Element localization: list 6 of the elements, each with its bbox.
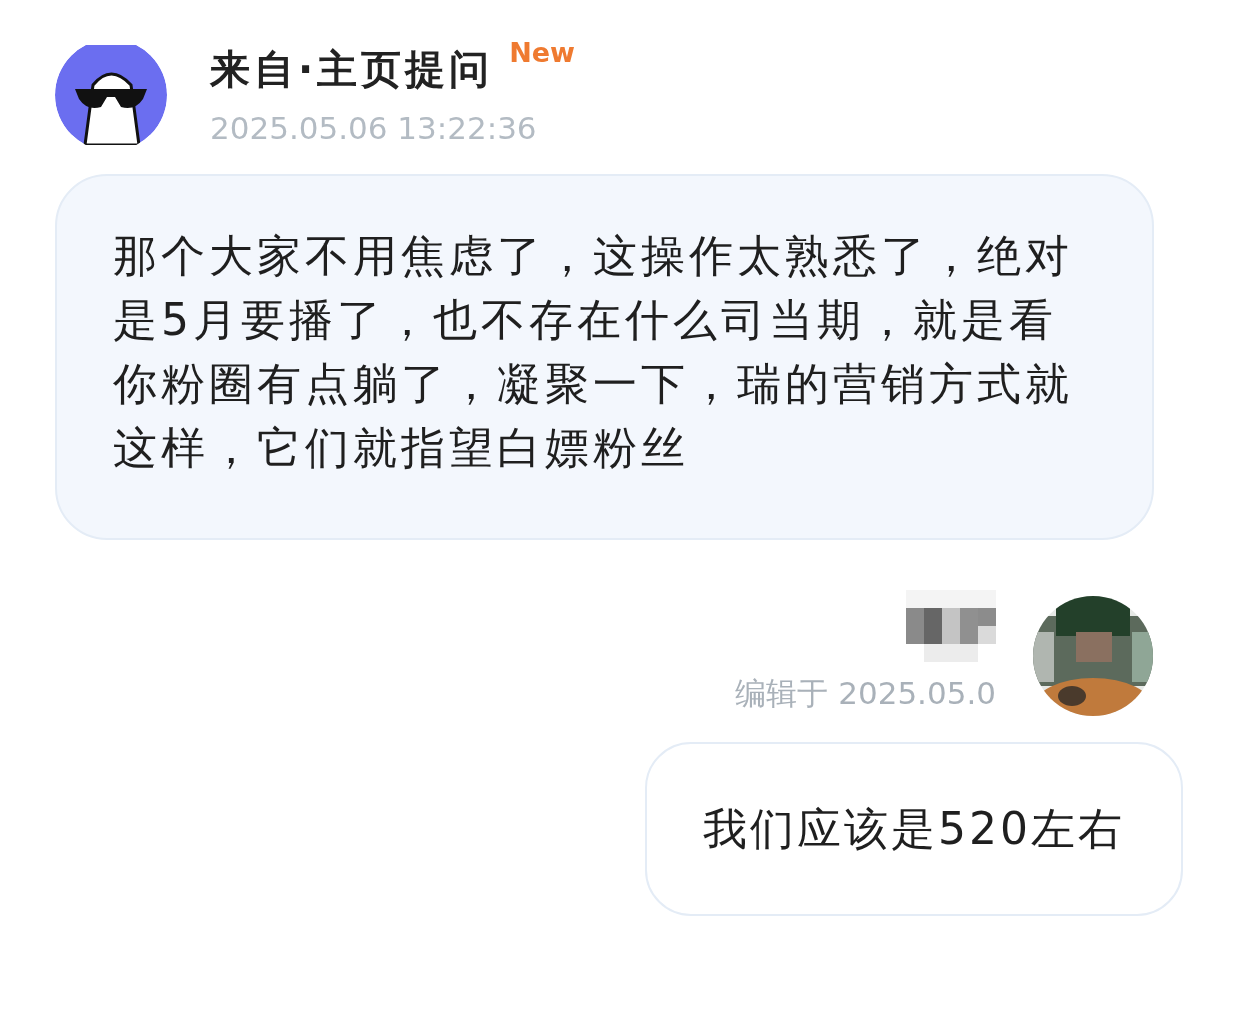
- sender-name: 来自·主页提问: [210, 45, 494, 93]
- question-bubble: 那个大家不用焦虑了，这操作太熟悉了，绝对是5月要播了，也不存在什么司当期，就是看你粉圈有点躺了，凝聚一下，瑞的营销方式就这样，它们就指望白嫖粉丝: [55, 173, 1154, 540]
- timestamp: 2025.05.06 13:22:36: [210, 109, 537, 148]
- reply-bubble: 我们应该是520左右: [645, 742, 1183, 916]
- new-label: New: [509, 36, 576, 70]
- edited-timestamp: 编辑于 2025.05.0: [735, 673, 996, 713]
